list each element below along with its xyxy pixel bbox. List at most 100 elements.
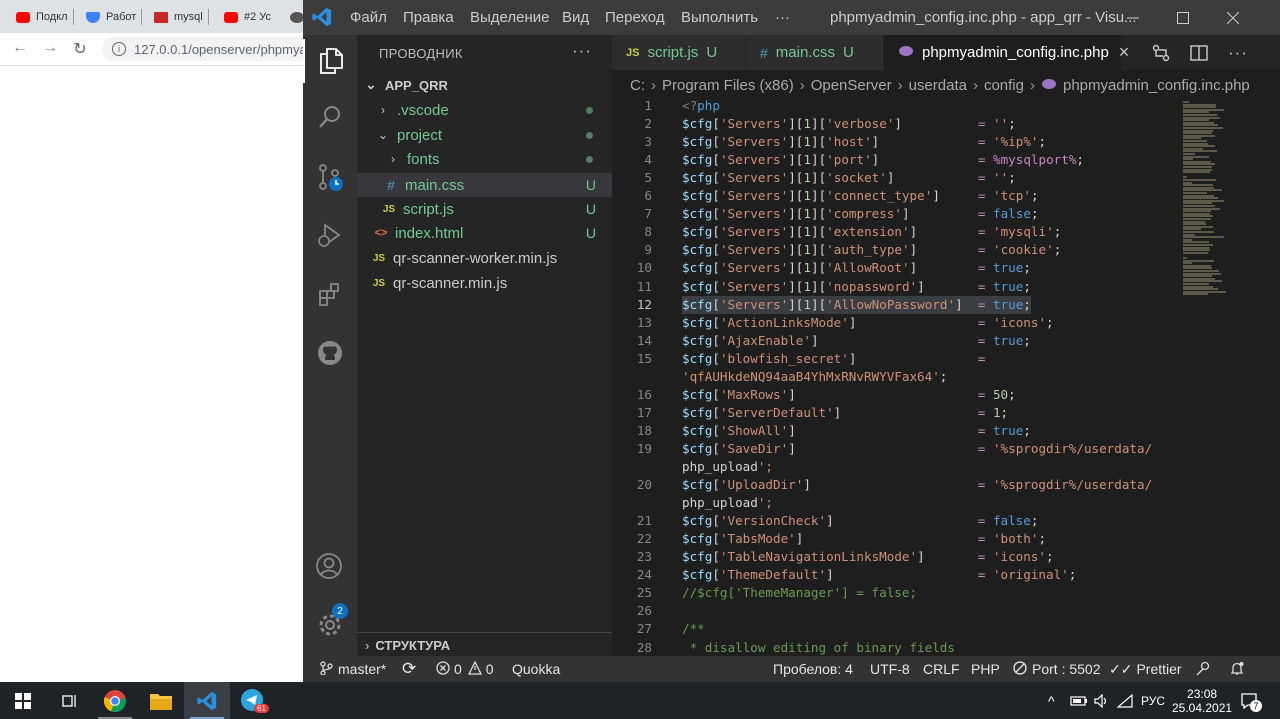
sync-icon[interactable]: ⟳ [402,656,416,682]
menu-view[interactable]: Вид [562,0,589,35]
feedback-icon[interactable] [1195,656,1211,682]
split-editor-icon[interactable] [1190,35,1208,70]
tree-item-vscode[interactable]: › .vscode [357,98,612,122]
menu-go[interactable]: Переход [605,0,665,35]
menu-more[interactable]: ··· [775,0,790,35]
code-line[interactable]: 10 $cfg['Servers'][1]['AllowRoot'] = true… [612,259,1172,277]
input-language[interactable]: РУС [1141,682,1165,719]
tree-item-qr-scanner[interactable]: JS qr-scanner.min.js [357,271,612,295]
tree-item-main-css[interactable]: # main.css U [357,173,612,197]
code-line[interactable]: 16 $cfg['MaxRows'] = 50; [612,386,1172,404]
browser-tab[interactable]: Подкл [16,6,74,28]
code-line[interactable]: 4 $cfg['Servers'][1]['port'] = %mysqlport… [612,151,1172,169]
wifi-icon[interactable] [1117,682,1133,719]
code-line[interactable]: 18 $cfg['ShowAll'] = true; [612,422,1172,440]
workspace-root[interactable]: ⌄ APP_QRR [357,73,612,97]
windows-start-icon[interactable] [0,682,46,719]
indentation-status[interactable]: Пробелов: 4 [773,656,853,682]
problems-indicator[interactable]: 0 0 [436,656,494,682]
breadcrumb-item[interactable]: OpenServer [811,77,892,94]
vscode-taskbar-icon[interactable] [184,682,230,719]
code-line[interactable]: 15 $cfg['blowfish_secret'] = [612,350,1172,368]
quokka-status[interactable]: Quokka [512,656,560,682]
live-server-status[interactable]: Port : 5502 [1013,656,1101,682]
prettier-status[interactable]: ✓✓ Prettier [1109,656,1182,682]
breadcrumb-item[interactable]: config [984,77,1024,94]
browser-tab[interactable]: Работ [86,6,143,28]
menu-run[interactable]: Выполнить [681,0,758,35]
tree-item-qr-scanner-worker[interactable]: JS qr-scanner-worker.min.js [357,246,612,270]
more-actions-icon[interactable]: ··· [1228,35,1248,70]
show-hidden-icons[interactable]: ^ [1048,682,1055,719]
code-line[interactable]: 3 $cfg['Servers'][1]['host'] = '%ip%'; [612,133,1172,151]
clock[interactable]: 23:08 25.04.2021 [1172,682,1232,719]
notifications-icon[interactable]: 7 [1240,682,1262,719]
vertical-scrollbar[interactable] [1270,97,1280,656]
code-line[interactable]: 14 $cfg['AjaxEnable'] = true; [612,332,1172,350]
task-view-icon[interactable] [46,682,92,719]
code-line[interactable]: 17 $cfg['ServerDefault'] = 1; [612,404,1172,422]
minimize-icon[interactable] [1110,0,1156,35]
code-line[interactable]: php_upload'; [612,494,1172,512]
reload-icon[interactable]: ↻ [70,39,90,59]
run-debug-icon[interactable] [303,213,357,257]
account-icon[interactable] [303,545,357,589]
outline-section[interactable]: › СТРУКТУРА [357,632,612,657]
menu-edit[interactable]: Правка [403,0,454,35]
search-icon[interactable] [303,95,357,139]
back-icon[interactable]: ← [10,39,30,57]
chrome-icon[interactable] [92,682,138,719]
breadcrumb-item[interactable]: phpmyadmin_config.inc.php [1063,77,1250,94]
battery-icon[interactable] [1070,682,1088,719]
code-line[interactable]: 8 $cfg['Servers'][1]['extension'] = 'mysq… [612,223,1172,241]
volume-icon[interactable] [1094,682,1110,719]
code-line[interactable]: 26 [612,602,1172,620]
code-line[interactable]: 1 <?php [612,97,1172,115]
explorer-icon[interactable] [303,39,357,83]
code-line[interactable]: 9 $cfg['Servers'][1]['auth_type'] = 'cook… [612,241,1172,259]
source-control-icon[interactable] [303,155,357,199]
github-icon[interactable] [303,331,357,375]
compare-changes-icon[interactable] [1152,35,1170,70]
breadcrumb-item[interactable]: C: [630,77,645,94]
code-line[interactable]: php_upload'; [612,458,1172,476]
breadcrumb-item[interactable]: userdata [909,77,967,94]
tab-close-icon[interactable]: × [1119,42,1130,63]
tab-script-js[interactable]: JS script.js U [612,35,746,70]
eol-status[interactable]: CRLF [923,656,960,682]
code-line[interactable]: 12 $cfg['Servers'][1]['AllowNoPassword'] … [612,295,1172,314]
language-mode[interactable]: PHP [971,656,1000,682]
code-editor[interactable]: 1 <?php 2 $cfg['Servers'][1]['verbose'] = '… [612,97,1172,656]
code-line[interactable]: 28 * disallow editing of binary fields [612,639,1172,657]
tree-item-script-js[interactable]: JS script.js U [357,197,612,221]
close-icon[interactable] [1210,0,1256,35]
encoding-status[interactable]: UTF-8 [870,656,910,682]
code-line[interactable]: 5 $cfg['Servers'][1]['socket'] = ''; [612,169,1172,187]
code-line[interactable]: 22 $cfg['TabsMode'] = 'both'; [612,530,1172,548]
telegram-icon[interactable]: 61 [230,682,276,719]
maximize-icon[interactable] [1160,0,1206,35]
code-line[interactable]: 23 $cfg['TableNavigationLinksMode'] = 'ic… [612,548,1172,566]
code-line[interactable]: 13 $cfg['ActionLinksMode'] = 'icons'; [612,314,1172,332]
code-line[interactable]: 25 //$cfg['ThemeManager'] = false; [612,584,1172,602]
extensions-icon[interactable] [303,272,357,316]
code-line[interactable]: 7 $cfg['Servers'][1]['compress'] = false; [612,205,1172,223]
more-actions-icon[interactable]: ··· [572,41,592,61]
settings-gear-icon[interactable] [303,603,357,647]
code-line[interactable]: 'qfAUHkdeNQ94aaB4YhMxRNvRWYVFax64'; [612,368,1172,386]
code-line[interactable]: 24 $cfg['ThemeDefault'] = 'original'; [612,566,1172,584]
tree-item-fonts[interactable]: › fonts [357,147,612,171]
code-line[interactable]: 21 $cfg['VersionCheck'] = false; [612,512,1172,530]
address-bar[interactable]: i 127.0.0.1/openserver/phpmyadmin [102,37,312,61]
code-line[interactable]: 20 $cfg['UploadDir'] = '%sprogdir%/userda… [612,476,1172,494]
forward-icon[interactable]: → [40,39,60,57]
code-line[interactable]: 2 $cfg['Servers'][1]['verbose'] = ''; [612,115,1172,133]
notifications-bell-icon[interactable] [1229,656,1245,682]
branch-indicator[interactable]: master* [319,656,386,682]
code-line[interactable]: 6 $cfg['Servers'][1]['connect_type'] = 't… [612,187,1172,205]
minimap[interactable] [1180,97,1270,656]
code-line[interactable]: 27 /** [612,620,1172,638]
browser-tab[interactable]: #2 Ус [224,6,271,28]
tab-main-css[interactable]: # main.css U [746,35,884,70]
menu-file[interactable]: Файл [350,0,387,35]
